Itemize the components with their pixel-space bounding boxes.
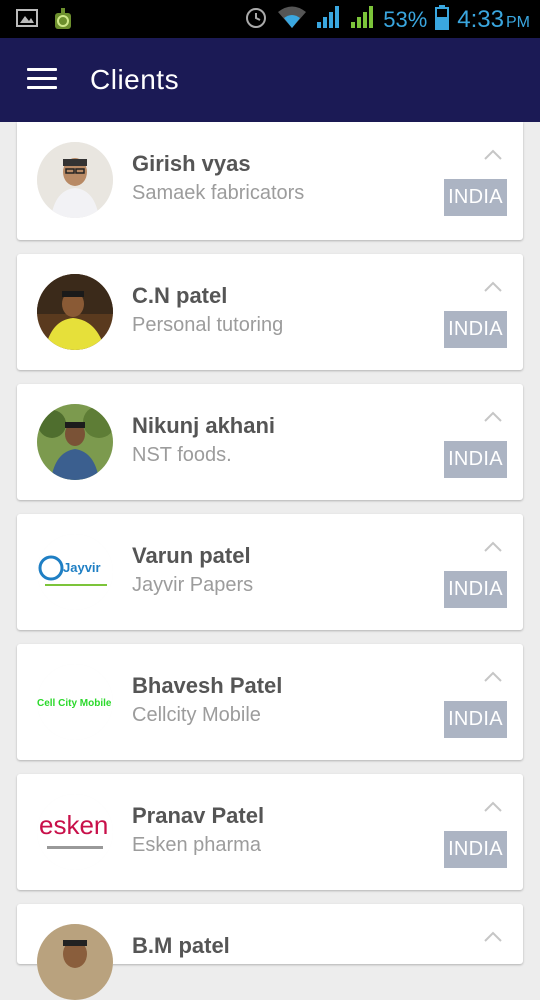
client-company: Samaek fabricators xyxy=(132,182,305,204)
client-company: Jayvir Papers xyxy=(132,574,254,596)
chevron-up-icon[interactable] xyxy=(483,147,503,161)
client-name: Girish vyas xyxy=(132,151,251,176)
signal-icon xyxy=(315,4,341,35)
avatar xyxy=(37,924,113,1000)
hamburger-menu-icon[interactable] xyxy=(27,68,57,92)
country-badge: INDIA xyxy=(444,701,507,738)
avatar: esken xyxy=(37,794,113,870)
signal-icon xyxy=(349,4,375,35)
client-card[interactable]: B.M patel xyxy=(17,904,523,1000)
battery-percent: 53% xyxy=(383,6,428,32)
alarm-icon xyxy=(243,4,269,35)
chevron-up-icon[interactable] xyxy=(483,539,503,553)
client-company: Cellcity Mobile xyxy=(132,704,261,726)
chevron-up-icon[interactable] xyxy=(483,279,503,293)
client-card[interactable]: Cell City Mobile Bhavesh Patel Cellcity … xyxy=(17,644,523,760)
country-badge: INDIA xyxy=(444,571,507,608)
client-company: Personal tutoring xyxy=(132,314,284,336)
logo-text: Cell City Mobile xyxy=(37,698,112,709)
logo-text: esken xyxy=(39,810,108,840)
avatar: Cell City Mobile xyxy=(37,664,113,740)
avatar xyxy=(37,404,113,480)
page-title: Clients xyxy=(90,64,180,95)
country-badge: INDIA xyxy=(444,441,507,478)
clock-time: 4:33 xyxy=(457,5,504,33)
client-company: Esken pharma xyxy=(132,834,261,856)
country-badge: INDIA xyxy=(444,831,507,868)
status-bar: 53% 4:33 PM xyxy=(0,0,540,38)
client-card[interactable]: esken Pranav Patel Esken pharma INDIA xyxy=(17,774,523,890)
clock-ampm: PM xyxy=(506,13,530,31)
client-name: Pranav Patel xyxy=(132,803,265,828)
client-name: B.M patel xyxy=(132,933,230,958)
client-list[interactable]: Girish vyas Samaek fabricators INDIA C.N… xyxy=(17,122,523,1000)
chevron-up-icon[interactable] xyxy=(483,409,503,423)
client-card[interactable]: Nikunj akhani NST foods. INDIA xyxy=(17,384,523,500)
chevron-up-icon[interactable] xyxy=(483,929,503,943)
chevron-up-icon[interactable] xyxy=(483,669,503,683)
logo-text: Jayvir xyxy=(63,560,101,575)
client-name: Varun patel xyxy=(132,543,251,568)
client-card[interactable]: Jayvir Varun patel Jayvir Papers INDIA xyxy=(17,514,523,630)
android-icon xyxy=(52,7,74,36)
avatar: Jayvir xyxy=(37,534,113,610)
battery-icon xyxy=(435,4,450,35)
wifi-icon xyxy=(277,4,307,35)
client-name: Nikunj akhani xyxy=(132,413,276,438)
client-company: NST foods. xyxy=(132,444,232,466)
client-name: C.N patel xyxy=(132,283,228,308)
avatar xyxy=(37,274,113,350)
app-bar: Clients xyxy=(0,38,540,122)
country-badge: INDIA xyxy=(444,179,507,216)
avatar xyxy=(37,142,113,218)
chevron-up-icon[interactable] xyxy=(483,799,503,813)
client-card[interactable]: C.N patel Personal tutoring INDIA xyxy=(17,254,523,370)
client-card[interactable]: Girish vyas Samaek fabricators INDIA xyxy=(17,122,523,240)
gallery-icon xyxy=(16,7,38,36)
client-name: Bhavesh Patel xyxy=(132,673,283,698)
country-badge: INDIA xyxy=(444,311,507,348)
